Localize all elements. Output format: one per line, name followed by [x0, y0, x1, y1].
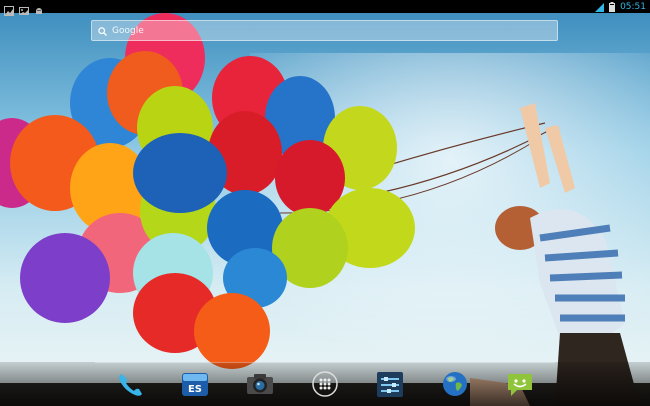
browser-globe-icon[interactable]: [440, 370, 470, 398]
es-file-explorer-icon[interactable]: ES: [180, 370, 210, 398]
wallpaper: [0, 13, 650, 406]
status-bar[interactable]: 05:51: [0, 0, 650, 16]
search-bar[interactable]: Google: [91, 20, 558, 41]
settings-app-icon[interactable]: [375, 370, 405, 398]
messaging-app-icon[interactable]: [505, 370, 535, 398]
clock: 05:51: [620, 1, 646, 12]
battery-icon: [609, 0, 616, 16]
signal-icon: [595, 0, 605, 16]
search-icon: [98, 21, 107, 40]
android-debug-icon: [34, 1, 44, 14]
svg-text:ES: ES: [188, 384, 202, 395]
all-apps-button[interactable]: [310, 370, 340, 398]
search-placeholder: Google: [112, 25, 144, 36]
photo-icon: [4, 1, 14, 16]
dock-divider: [95, 362, 555, 363]
phone-app-icon[interactable]: [115, 370, 145, 398]
camera-app-icon[interactable]: [245, 370, 275, 398]
gallery-icon: [19, 1, 29, 15]
